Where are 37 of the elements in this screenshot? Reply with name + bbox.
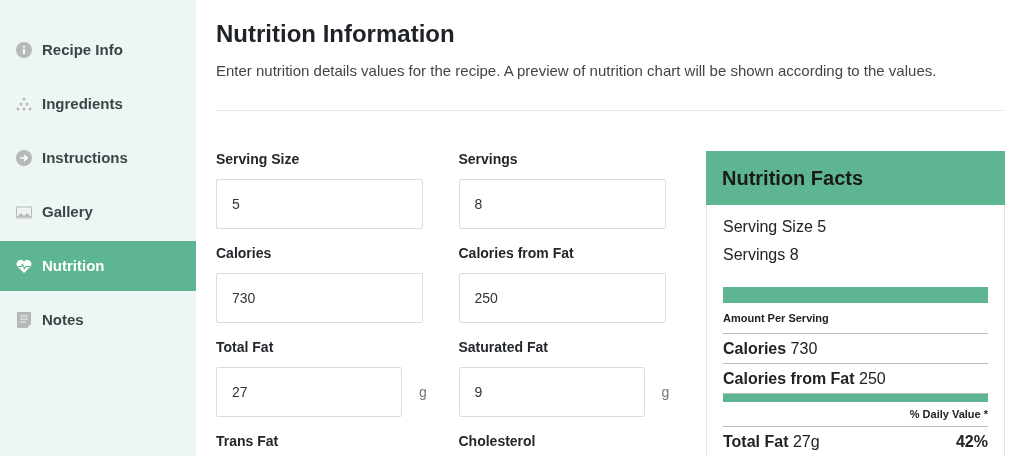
field-label: Cholesterol bbox=[458, 433, 536, 449]
facts-subheading: Amount Per Serving bbox=[723, 303, 988, 334]
nutrient-line: Total Fat 27g bbox=[723, 432, 820, 452]
daily-value-heading: % Daily Value * bbox=[723, 402, 988, 427]
info-icon bbox=[16, 42, 32, 58]
facts-line: Servings 8 bbox=[723, 245, 800, 265]
input-field[interactable]: 730 bbox=[216, 273, 423, 323]
dots-icon bbox=[16, 96, 32, 112]
unit-label: g bbox=[661, 382, 670, 402]
page-title: Nutrition Information bbox=[216, 20, 456, 48]
field-label: Trans Fat bbox=[216, 433, 279, 449]
input-field[interactable]: 8 bbox=[458, 179, 666, 229]
nutrient-line: Calories from Fat 250 bbox=[723, 368, 886, 389]
facts-header: Nutrition Facts bbox=[706, 151, 1005, 205]
sidebar-item[interactable]: Gallery bbox=[0, 187, 196, 237]
facts-line: Serving Size 5 bbox=[723, 217, 828, 237]
nutrient-line: Calories 730 bbox=[723, 338, 818, 359]
field-label: Serving Size bbox=[216, 151, 300, 167]
sidebar-item[interactable]: Notes bbox=[0, 295, 196, 345]
field-label: Saturated Fat bbox=[458, 339, 548, 355]
sidebar-item[interactable]: Recipe Info bbox=[0, 25, 196, 75]
field-label: Servings bbox=[458, 151, 518, 167]
unit-label: g bbox=[419, 382, 427, 402]
sidebar-item[interactable]: Ingredients bbox=[0, 79, 196, 129]
note-icon bbox=[16, 312, 32, 328]
input-field[interactable]: 9 bbox=[458, 367, 645, 417]
page-description: Enter nutrition details values for the recipe. A preview of nutrition chart will be shown according to the values. bbox=[216, 61, 938, 81]
heart-icon bbox=[16, 258, 32, 274]
daily-percent: 42% bbox=[955, 432, 988, 452]
input-field[interactable]: 5 bbox=[216, 179, 423, 229]
input-field[interactable]: 250 bbox=[458, 273, 666, 323]
input-field[interactable]: 27 bbox=[216, 367, 402, 417]
sidebar-item[interactable]: Instructions bbox=[0, 133, 196, 183]
field-label: Total Fat bbox=[216, 339, 274, 355]
image-icon bbox=[16, 205, 32, 219]
field-label: Calories from Fat bbox=[458, 245, 574, 261]
field-label: Calories bbox=[216, 245, 272, 261]
